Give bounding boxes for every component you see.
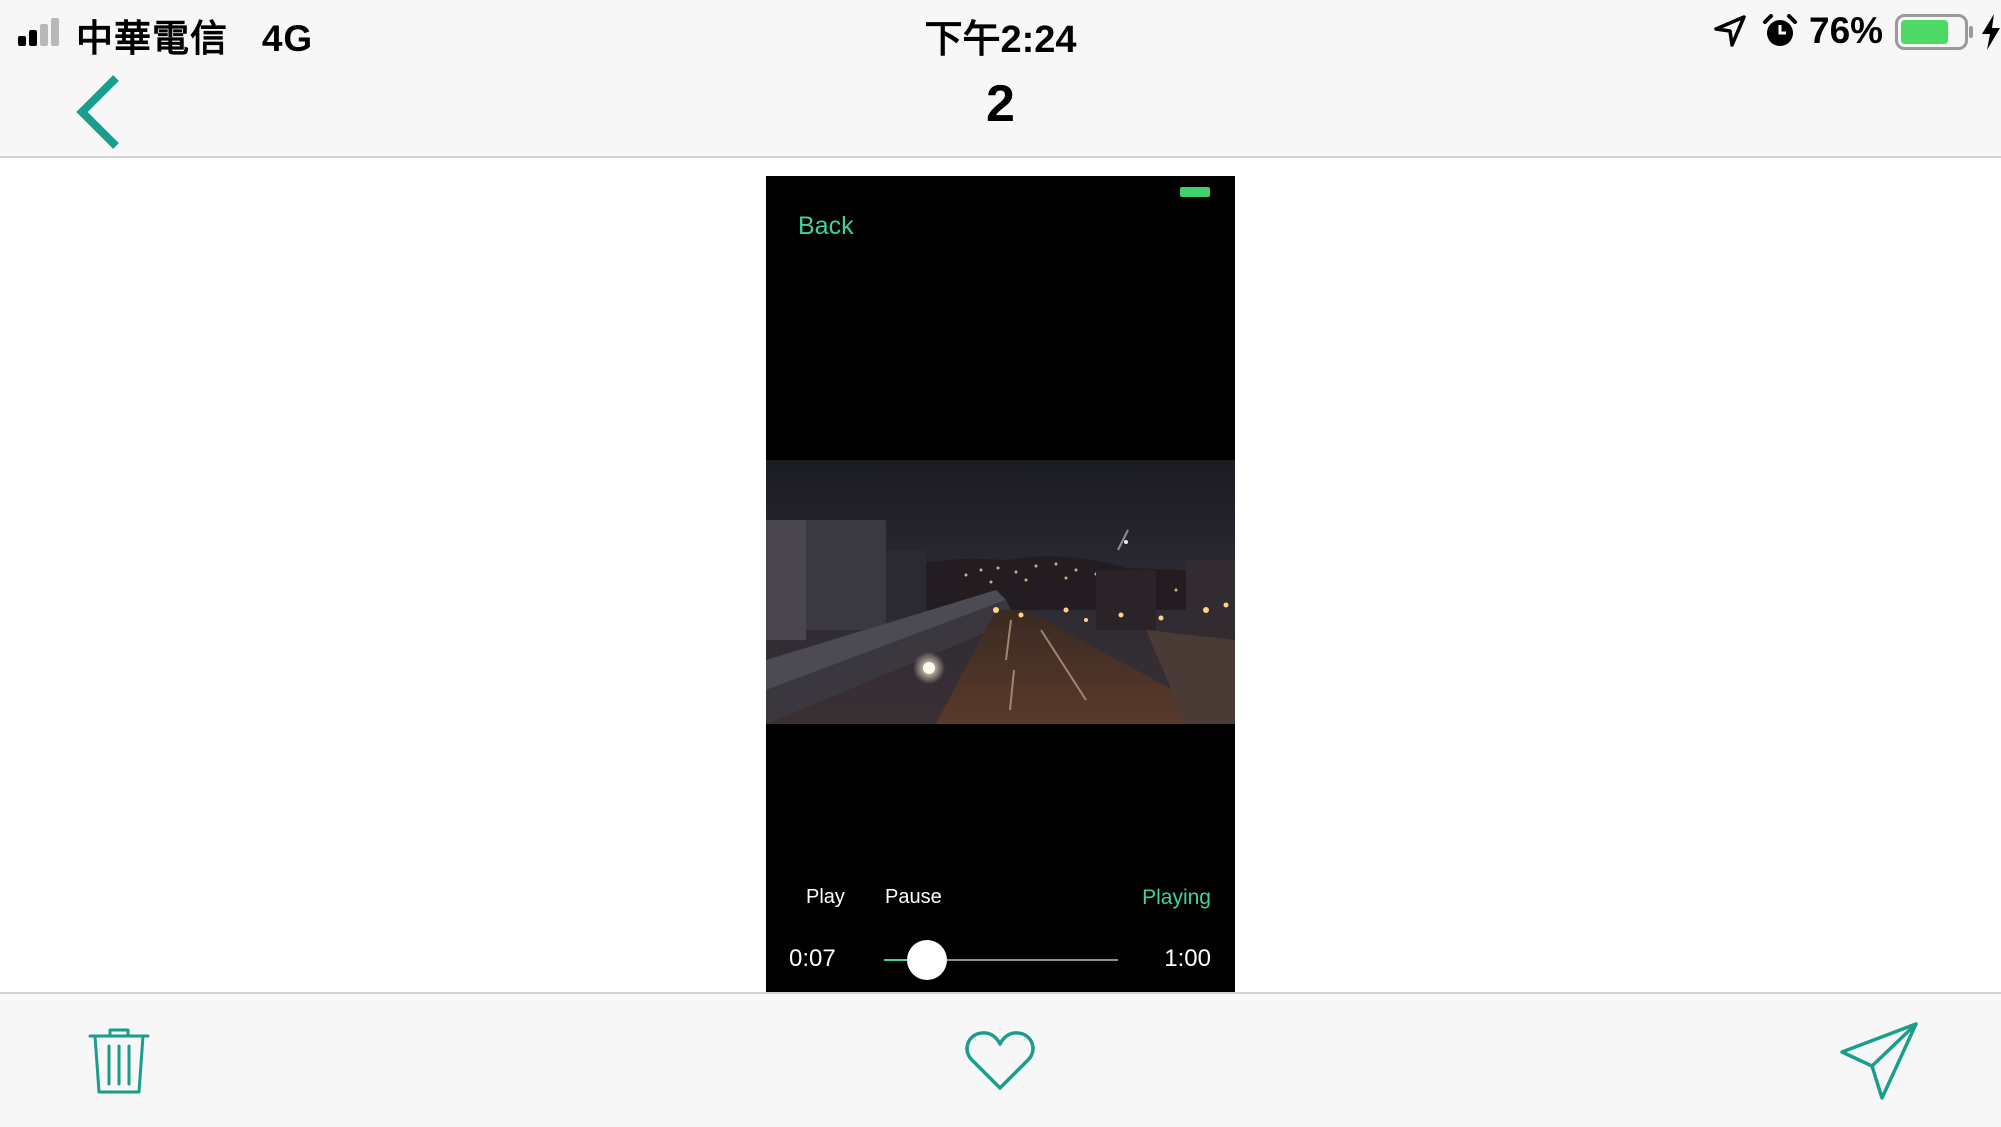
battery-icon — [1895, 14, 1973, 50]
total-time: 1:00 — [1164, 945, 1211, 972]
video-thumbnail — [766, 460, 1235, 724]
status-bar: 中華電信 4G 下午2:24 76% — [0, 0, 2001, 62]
alarm-icon — [1763, 14, 1797, 46]
navigation-bar: 2 — [0, 62, 2001, 158]
pause-button[interactable]: Pause — [885, 886, 942, 909]
battery-percent: 76% — [1809, 10, 1884, 51]
bottom-toolbar — [0, 992, 2001, 1127]
heart-icon[interactable] — [964, 1028, 1036, 1094]
seek-slider[interactable] — [884, 940, 1118, 980]
trash-icon[interactable] — [86, 1024, 152, 1096]
mini-battery-indicator — [1180, 187, 1210, 197]
video-player-screen: Back Play Pause Playing 0:07 1:00 — [766, 176, 1235, 992]
playback-status: Playing — [1142, 886, 1211, 909]
seek-thumb[interactable] — [906, 940, 947, 980]
charging-bolt-icon — [1982, 14, 2000, 50]
page-title: 2 — [986, 75, 1015, 133]
play-button[interactable]: Play — [806, 886, 845, 909]
video-frame[interactable] — [766, 460, 1235, 724]
current-time: 0:07 — [789, 945, 836, 972]
player-back-button[interactable]: Back — [798, 212, 854, 241]
status-time: 下午2:24 — [924, 19, 1077, 61]
location-arrow-icon — [1714, 15, 1746, 47]
send-icon[interactable] — [1838, 1020, 1922, 1104]
